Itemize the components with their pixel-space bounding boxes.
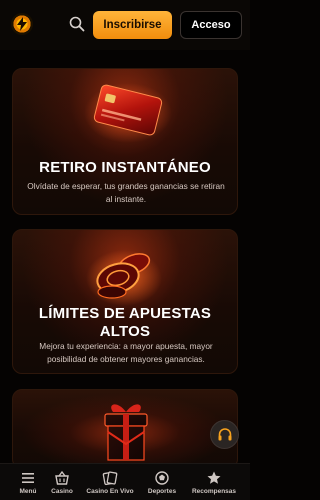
feature-card-rewards: [12, 389, 238, 469]
signup-button[interactable]: Inscribirse: [93, 11, 172, 39]
cards-icon: [102, 471, 118, 486]
nav-label: Casino: [51, 488, 73, 495]
credit-card-icon: [84, 83, 172, 143]
brand-logo[interactable]: [11, 13, 33, 35]
nav-label: Deportes: [147, 488, 177, 495]
nav-item-casino[interactable]: Casino: [46, 464, 78, 500]
nav-label: Casino En Vivo: [86, 488, 134, 495]
card-title-line-2: ALTOS: [99, 323, 151, 340]
feature-card-high-limits: LÍMITES DE APUESTAS ALTOS Mejora tu expe…: [12, 229, 238, 374]
nav-label: Recompensas: [191, 488, 237, 495]
gift-icon: [104, 404, 148, 461]
nav-label: Menú: [19, 488, 37, 495]
nav-item-live-casino[interactable]: Casino En Vivo: [82, 464, 138, 500]
login-button[interactable]: Acceso: [180, 11, 242, 39]
sports-icon: [155, 471, 169, 485]
search-icon[interactable]: [68, 15, 86, 33]
card-title-line-1: LÍMITES DE APUESTAS: [38, 305, 212, 322]
nav-item-menu[interactable]: Menú: [10, 464, 46, 500]
card-title: RETIRO INSTANTÁNEO: [39, 159, 211, 176]
bottom-navigation: Menú Casino Casino En Vivo Deportes Reco…: [0, 463, 250, 500]
card-description: Olvídate de esperar, tus grandes gananci…: [27, 181, 225, 204]
casino-chips-icon: [86, 250, 162, 306]
star-icon: [207, 471, 221, 484]
card-description: Mejora tu experiencia: a mayor apuesta, …: [39, 341, 213, 364]
menu-icon: [22, 473, 34, 483]
lightning-icon: [17, 17, 27, 31]
headset-icon: [218, 427, 231, 440]
nav-item-rewards[interactable]: Recompensas: [188, 464, 240, 500]
basket-icon: [55, 470, 69, 485]
feature-card-instant-withdrawal: RETIRO INSTANTÁNEO Olvídate de esperar, …: [12, 68, 238, 215]
nav-item-sports[interactable]: Deportes: [142, 464, 182, 500]
support-button[interactable]: [210, 420, 239, 449]
top-bar: Inscribirse Acceso: [0, 0, 250, 50]
